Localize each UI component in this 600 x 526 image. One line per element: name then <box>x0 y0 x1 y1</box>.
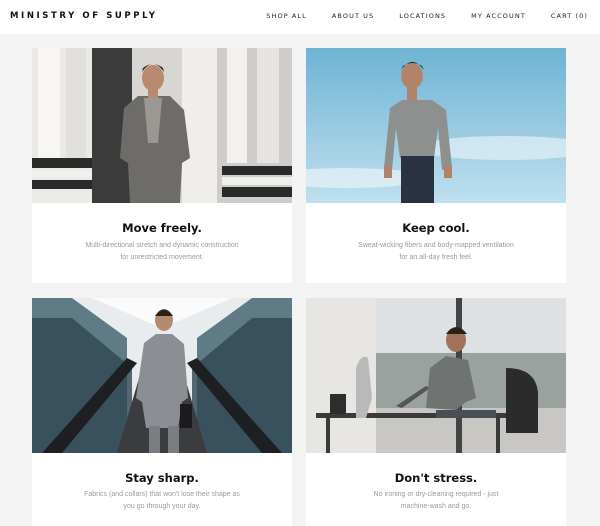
brand-logo[interactable]: MINISTRY OF SUPPLY <box>10 11 158 21</box>
feature-card-move-freely: Move freely. Multi-directional stretch a… <box>32 48 292 283</box>
feature-description-line: Sweat-wicking fibers and body-mapped ven… <box>358 242 514 249</box>
nav-locations[interactable]: LOCATIONS <box>399 12 446 20</box>
feature-description: Multi-directional stretch and dynamic co… <box>62 240 262 263</box>
feature-title: Move freely. <box>122 221 202 235</box>
feature-photo-desk-work <box>306 298 566 453</box>
feature-card-keep-cool: Keep cool. Sweat-wicking fibers and body… <box>306 48 566 283</box>
nav-about-us[interactable]: ABOUT US <box>332 12 374 20</box>
feature-description-line: for unrestricted movement. <box>120 253 204 261</box>
feature-title: Don't stress. <box>394 471 478 485</box>
feature-description: No ironing or dry-cleaning required - ju… <box>336 489 536 512</box>
feature-description-line: No ironing or dry-cleaning required - ju… <box>373 491 499 498</box>
nav-cart[interactable]: CART (0) <box>551 12 588 20</box>
feature-photo-escalator <box>32 298 292 453</box>
nav-my-account[interactable]: MY ACCOUNT <box>471 12 526 20</box>
top-navigation-bar: MINISTRY OF SUPPLY SHOP ALL ABOUT US LOC… <box>0 0 600 34</box>
feature-description-line: you go through your day. <box>123 502 201 510</box>
feature-photo-suit-columns <box>32 48 292 203</box>
feature-title: Stay sharp. <box>125 471 199 485</box>
main-nav: SHOP ALL ABOUT US LOCATIONS MY ACCOUNT C… <box>241 12 588 20</box>
feature-description: Fabrics (and collars) that won't lose th… <box>62 489 262 512</box>
feature-description-line: Fabrics (and collars) that won't lose th… <box>84 491 240 498</box>
feature-title: Keep cool. <box>402 221 470 235</box>
feature-card-stay-sharp: Stay sharp. Fabrics (and collars) that w… <box>32 298 292 526</box>
feature-description-line: machine-wash and go. <box>400 502 472 510</box>
feature-description: Sweat-wicking fibers and body-mapped ven… <box>336 240 536 263</box>
feature-description-line: Multi-directional stretch and dynamic co… <box>85 242 239 249</box>
nav-shop-all[interactable]: SHOP ALL <box>266 12 307 20</box>
feature-card-dont-stress: Don't stress. No ironing or dry-cleaning… <box>306 298 566 526</box>
feature-photo-shirt-sky <box>306 48 566 203</box>
feature-description-line: for an all-day fresh feel. <box>399 253 473 261</box>
